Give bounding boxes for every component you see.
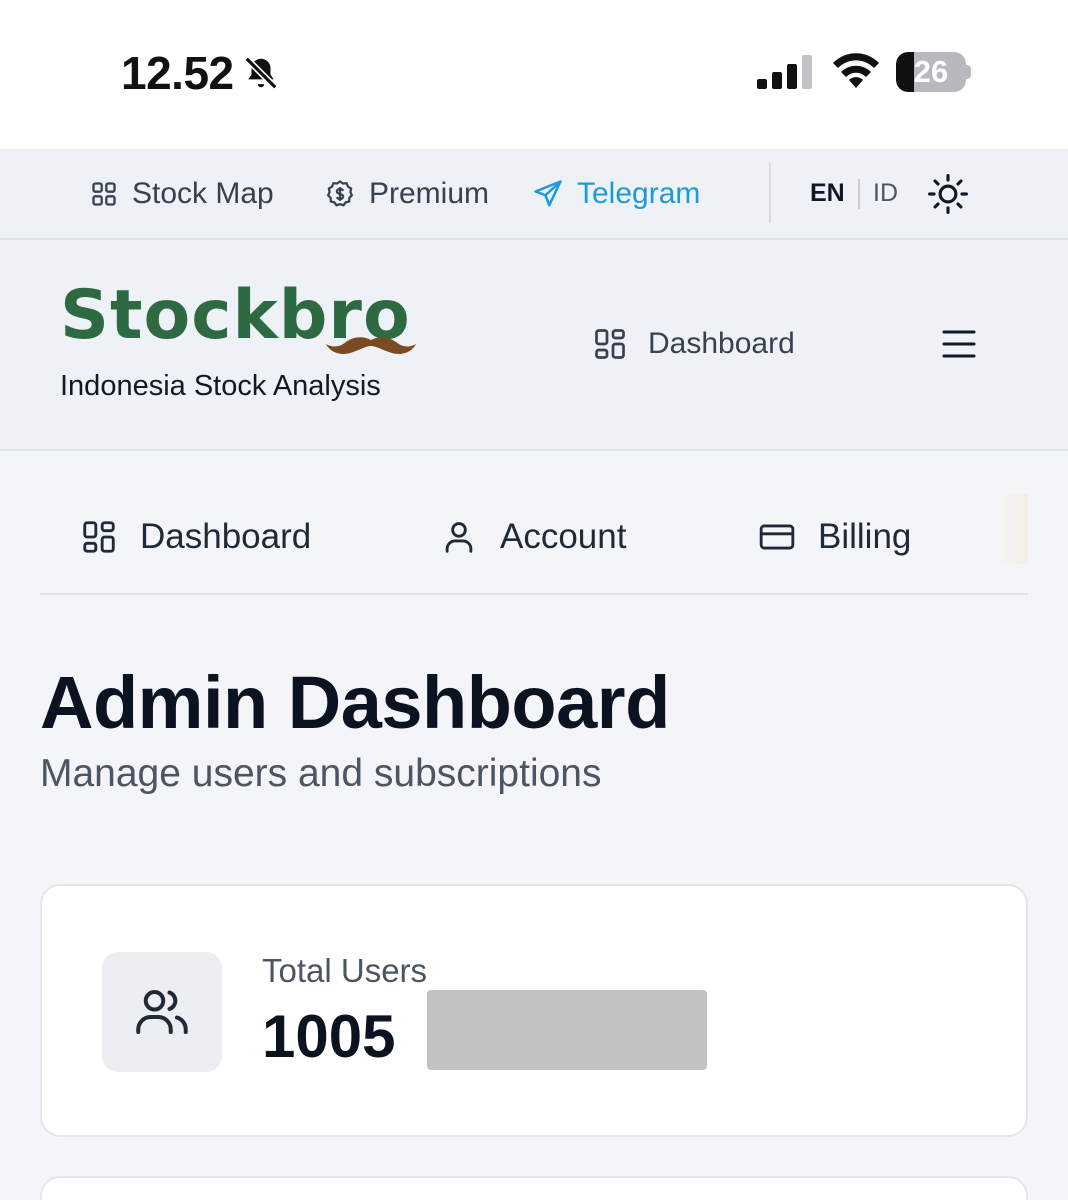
next-stat-card: [40, 1176, 1028, 1200]
tab-dashboard[interactable]: Dashboard: [80, 480, 311, 593]
wifi-icon: [833, 53, 879, 88]
hamburger-menu-icon[interactable]: [941, 328, 977, 360]
dashboard-icon: [83, 520, 115, 553]
tab-billing-label: Billing: [818, 516, 912, 556]
users-icon: [136, 990, 188, 1034]
header-dashboard-link[interactable]: Dashboard: [592, 326, 795, 362]
redacted-area: [427, 990, 707, 1070]
language-en-button[interactable]: EN: [810, 149, 845, 238]
telegram-label: Telegram: [577, 176, 701, 210]
battery-icon: 26: [896, 52, 971, 92]
user-icon: [445, 521, 473, 553]
language-separator: [858, 179, 860, 209]
status-bar: 12.52 26: [0, 0, 1068, 149]
site-header: Stockbro Indonesia Stock Analysis Dashbo…: [0, 240, 1068, 451]
header-dashboard-label: Dashboard: [648, 327, 795, 360]
page-title: Admin Dashboard: [40, 661, 670, 744]
mustache-icon: [326, 337, 416, 354]
language-id-button[interactable]: ID: [873, 149, 898, 238]
stock-map-label: Stock Map: [132, 176, 274, 210]
stat-icon-box: [102, 952, 222, 1072]
sun-icon[interactable]: [927, 173, 969, 215]
tagline: Indonesia Stock Analysis: [60, 370, 381, 402]
stock-map-link[interactable]: Stock Map: [90, 149, 274, 238]
dashboard-icon: [595, 329, 625, 359]
stat-value: 1005: [262, 1003, 396, 1070]
telegram-link[interactable]: Telegram: [533, 149, 700, 238]
tab-account[interactable]: Account: [440, 480, 626, 593]
tab-billing[interactable]: Billing: [758, 480, 911, 593]
section-tabs: Dashboard Account Billing: [40, 480, 1028, 595]
bell-slash-icon: [244, 56, 278, 90]
stat-label: Total Users: [262, 952, 428, 989]
tab-dashboard-label: Dashboard: [140, 516, 312, 556]
top-utility-bar: Stock Map Premium Telegram EN ID: [0, 149, 1068, 240]
divider: [769, 163, 771, 223]
credit-card-icon: [759, 523, 795, 550]
battery-percentage: 26: [913, 54, 949, 89]
premium-link[interactable]: Premium: [325, 149, 489, 238]
dollar-badge-icon: [326, 179, 354, 207]
page-subtitle: Manage users and subscriptions: [40, 752, 602, 795]
cellular-signal-icon: [757, 55, 812, 89]
paper-plane-icon: [534, 179, 562, 206]
status-time: 12.52: [121, 47, 234, 99]
grid-icon: [92, 181, 116, 206]
tab-overflow-fade: [996, 494, 1028, 564]
premium-label: Premium: [369, 176, 490, 210]
tab-account-label: Account: [500, 516, 627, 556]
total-users-card: Total Users 1005: [40, 884, 1028, 1137]
stockbro-logo[interactable]: Stockbro: [60, 276, 450, 366]
